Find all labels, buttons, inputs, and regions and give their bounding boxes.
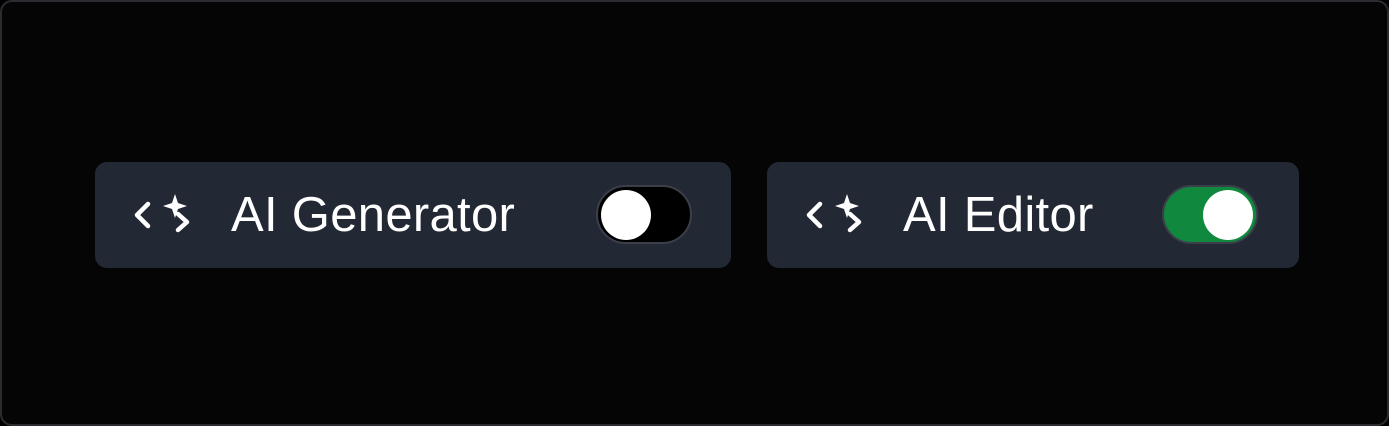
ai-editor-chip[interactable]: AI Editor [767, 162, 1299, 268]
ai-generator-chip[interactable]: AI Generator [95, 162, 731, 268]
code-sparkle-icon [803, 191, 865, 239]
toggle-knob [601, 190, 651, 240]
app-frame: AI Generator AI Editor [0, 0, 1389, 426]
ai-editor-toggle[interactable] [1162, 185, 1258, 244]
ai-generator-label: AI Generator [231, 188, 516, 242]
toggle-knob [1203, 190, 1253, 240]
ai-editor-label: AI Editor [903, 188, 1094, 242]
ai-generator-toggle[interactable] [596, 185, 692, 244]
code-sparkle-icon [131, 191, 193, 239]
